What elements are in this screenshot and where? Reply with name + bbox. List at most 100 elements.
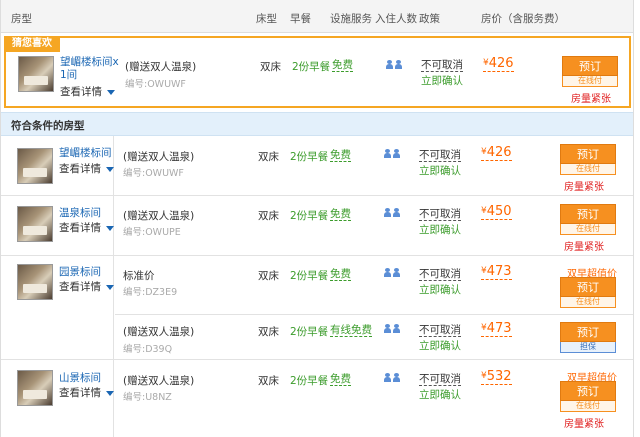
room-name-link[interactable]: 温泉标间 [59, 207, 101, 220]
room-row: 望嵋楼标间 查看详情 (赠送双人温泉) 编号:OWUWF 双床 2份早餐 免费 … [1, 136, 633, 196]
header-occupancy: 入住人数 [375, 13, 417, 25]
header-price: 房价（含服务费） [481, 13, 565, 25]
view-details-link[interactable]: 查看详情 [59, 279, 114, 294]
price[interactable]: ¥450 [481, 204, 512, 220]
price[interactable]: ¥473 [481, 321, 512, 337]
price[interactable]: ¥426 [481, 145, 512, 161]
book-button[interactable]: 预订 [560, 381, 616, 401]
instant-confirm: 立即确认 [419, 340, 461, 352]
featured-room: 猜您喜欢 望嵋楼标间x 1间 查看详情 (赠送双人温泉) 编号:OWUWF 双床… [4, 36, 631, 108]
view-details-link[interactable]: 查看详情 [59, 385, 114, 400]
availability-status: 房量紧张 [564, 242, 604, 253]
bed-type: 双床 [258, 270, 279, 282]
cancel-policy[interactable]: 不可取消 [419, 208, 461, 221]
occupancy-icon [384, 208, 402, 220]
room-code: 编号:OWUPE [123, 227, 181, 238]
package-name: (赠送双人温泉) [123, 210, 195, 222]
book-button[interactable]: 预订 [562, 56, 618, 76]
availability-status: 房量紧张 [571, 94, 611, 105]
pay-online-tag: 在线付 [560, 401, 616, 412]
chevron-down-icon [106, 225, 114, 231]
divider [115, 314, 633, 315]
bed-type: 双床 [260, 61, 281, 73]
cancel-policy[interactable]: 不可取消 [419, 149, 461, 162]
guarantee-tag: 担保 [560, 342, 616, 353]
cancel-policy[interactable]: 不可取消 [419, 268, 461, 281]
book-button[interactable]: 预订 [560, 144, 616, 164]
cancel-policy[interactable]: 不可取消 [419, 324, 461, 337]
bed-type: 双床 [258, 326, 279, 338]
occupancy-icon [384, 324, 402, 336]
instant-confirm: 立即确认 [419, 389, 461, 401]
header-room-type: 房型 [11, 13, 32, 25]
header-bed: 床型 [256, 13, 277, 25]
room-thumbnail[interactable] [17, 148, 53, 184]
pay-online-tag: 在线付 [560, 297, 616, 308]
chevron-down-icon [106, 284, 114, 290]
breakfast: 2份早餐 [292, 61, 331, 73]
occupancy-icon [384, 149, 402, 161]
breakfast: 2份早餐 [290, 375, 329, 387]
availability-status: 房量紧张 [564, 182, 604, 193]
view-details-link[interactable]: 查看详情 [59, 161, 114, 176]
instant-confirm: 立即确认 [421, 75, 463, 87]
chevron-down-icon [106, 390, 114, 396]
table-header: 房型 床型 早餐 设施服务 入住人数 政策 房价（含服务费） [1, 0, 633, 33]
instant-confirm: 立即确认 [419, 224, 461, 236]
package-name: (赠送双人温泉) [123, 375, 195, 387]
breakfast: 2份早餐 [290, 270, 329, 282]
chevron-down-icon [107, 89, 115, 95]
facility-wifi[interactable]: 免费 [330, 208, 351, 221]
book-button[interactable]: 预订 [560, 277, 616, 297]
price[interactable]: ¥426 [483, 56, 514, 72]
breakfast: 2份早餐 [290, 151, 329, 163]
room-name-link[interactable]: 望嵋楼标间 [59, 147, 112, 160]
bed-type: 双床 [258, 151, 279, 163]
instant-confirm: 立即确认 [419, 284, 461, 296]
pay-online-tag: 在线付 [562, 76, 618, 87]
facility-wifi[interactable]: 免费 [330, 268, 351, 281]
facility-wifi[interactable]: 免费 [330, 373, 351, 386]
recommend-badge: 猜您喜欢 [4, 36, 60, 52]
section-header: 符合条件的房型 [1, 112, 633, 136]
room-group: 园景标间 查看详情 标准价 编号:DZ3E9 双床 2份早餐 免费 不可取消 立… [1, 256, 633, 360]
package-name: (赠送双人温泉) [123, 151, 195, 163]
facility-wifi[interactable]: 免费 [330, 149, 351, 162]
breakfast: 2份早餐 [290, 326, 329, 338]
room-thumbnail[interactable] [18, 56, 54, 92]
room-thumbnail[interactable] [17, 206, 53, 242]
view-details-link[interactable]: 查看详情 [59, 220, 114, 235]
room-list: 房型 床型 早餐 设施服务 入住人数 政策 房价（含服务费） 猜您喜欢 望嵋楼标… [0, 0, 634, 437]
room-row: 温泉标间 查看详情 (赠送双人温泉) 编号:OWUPE 双床 2份早餐 免费 不… [1, 196, 633, 256]
room-row: 山景标间 查看详情 (赠送双人温泉) 编号:U8NZ 双床 2份早餐 免费 不可… [1, 360, 633, 437]
room-name-link[interactable]: 山景标间 [59, 372, 101, 385]
bed-type: 双床 [258, 375, 279, 387]
header-facilities: 设施服务 [330, 13, 372, 25]
room-code: 编号:U8NZ [123, 392, 172, 403]
view-details-link[interactable]: 查看详情 [60, 84, 115, 99]
price[interactable]: ¥532 [481, 369, 512, 385]
room-name-link[interactable]: 望嵋楼标间x 1间 [60, 56, 119, 82]
room-code: 编号:OWUWF [125, 79, 186, 90]
room-name-link[interactable]: 园景标间 [59, 266, 101, 279]
room-code: 编号:OWUWF [123, 168, 184, 179]
cancel-policy[interactable]: 不可取消 [419, 373, 461, 386]
room-code: 编号:DZ3E9 [123, 287, 178, 298]
cancel-policy[interactable]: 不可取消 [421, 59, 463, 72]
occupancy-icon [384, 373, 402, 385]
book-button[interactable]: 预订 [560, 322, 616, 342]
occupancy-icon [384, 268, 402, 280]
package-name: (赠送双人温泉) [125, 61, 197, 73]
facility-wifi[interactable]: 免费 [332, 59, 353, 72]
room-thumbnail[interactable] [17, 264, 53, 300]
facility-wifi[interactable]: 有线免费 [330, 324, 372, 337]
room-code: 编号:D39Q [123, 344, 173, 355]
chevron-down-icon [106, 166, 114, 172]
bed-type: 双床 [258, 210, 279, 222]
book-button[interactable]: 预订 [560, 204, 616, 224]
price[interactable]: ¥473 [481, 264, 512, 280]
availability-status: 房量紧张 [564, 419, 604, 430]
instant-confirm: 立即确认 [419, 165, 461, 177]
package-name: (赠送双人温泉) [123, 326, 195, 338]
room-thumbnail[interactable] [17, 370, 53, 406]
